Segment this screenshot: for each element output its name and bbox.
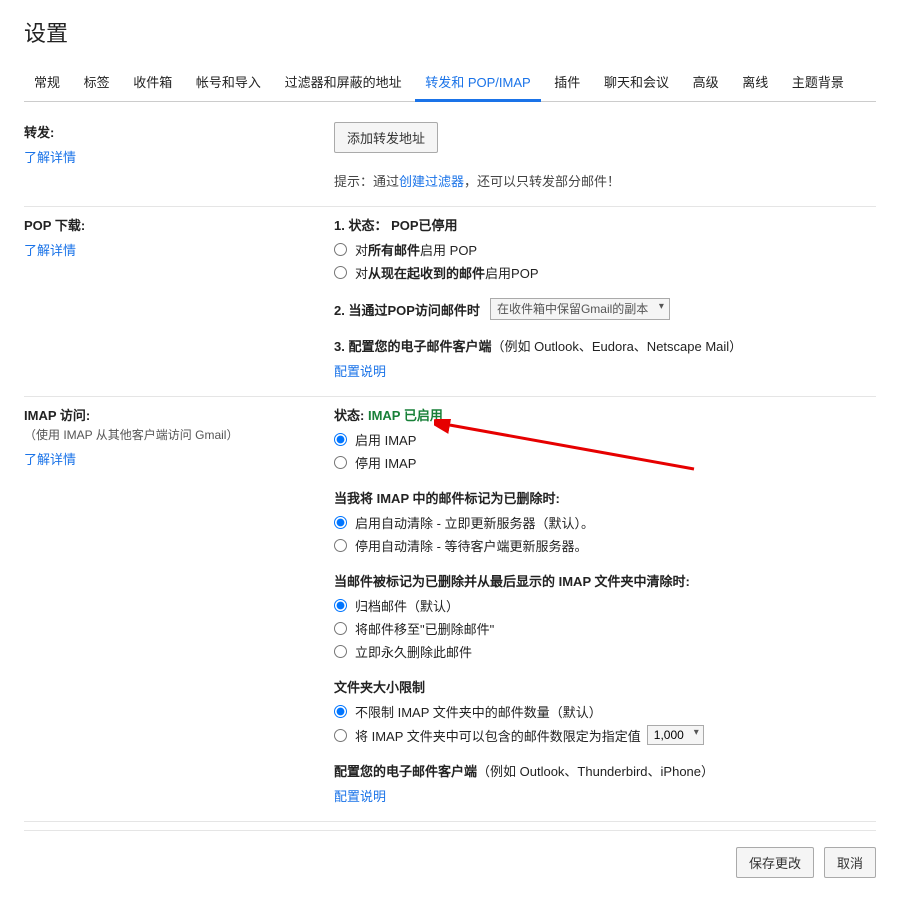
imap-configure-title: 配置您的电子邮件客户端 [334, 764, 477, 779]
pop-enable-all-suffix: 启用 POP [420, 243, 477, 258]
imap-delete-forever-label: 立即永久删除此邮件 [355, 642, 472, 661]
imap-auto-expunge-on-radio[interactable] [334, 516, 347, 529]
pop-enable-now-bold: 从现在起收到的邮件 [368, 266, 485, 281]
imap-last-folder-title: 当邮件被标记为已删除并从最后显示的 IMAP 文件夹中清除时: [334, 571, 876, 590]
imap-auto-expunge-off-radio[interactable] [334, 539, 347, 552]
pop-learn-more-link[interactable]: 了解详情 [24, 240, 76, 259]
save-button[interactable]: 保存更改 [736, 847, 814, 878]
pop-access-row: 2. 当通过POP访问邮件时 [334, 300, 480, 319]
imap-enable-radio[interactable] [334, 433, 347, 446]
tab-themes[interactable]: 主题背景 [782, 64, 854, 101]
forward-create-filter-link[interactable]: 创建过滤器 [399, 171, 464, 190]
pop-title: POP 下载: [24, 215, 318, 234]
imap-archive-label: 归档邮件（默认） [355, 596, 459, 615]
tab-filters[interactable]: 过滤器和屏蔽的地址 [275, 64, 412, 101]
tab-accounts[interactable]: 帐号和导入 [186, 64, 271, 101]
imap-no-limit-radio[interactable] [334, 705, 347, 718]
tab-chat[interactable]: 聊天和会议 [594, 64, 679, 101]
forward-hint-prefix: 提示：通过 [334, 174, 399, 189]
section-imap: IMAP 访问: （使用 IMAP 从其他客户端访问 Gmail） 了解详情 状… [24, 397, 876, 822]
forward-hint: 提示：通过创建过滤器，还可以只转发部分邮件！ [334, 171, 876, 190]
add-forward-address-button[interactable]: 添加转发地址 [334, 122, 438, 153]
pop-configure-row: 3. 配置您的电子邮件客户端（例如 Outlook、Eudora、Netscap… [334, 336, 876, 355]
pop-configure-examples: （例如 Outlook、Eudora、Netscape Mail） [491, 339, 742, 354]
imap-move-trash-label: 将邮件移至"已删除邮件" [355, 619, 494, 638]
imap-enable-label: 启用 IMAP [355, 430, 416, 449]
tab-inbox[interactable]: 收件箱 [123, 64, 182, 101]
section-forwarding: 转发: 了解详情 添加转发地址 提示：通过创建过滤器，还可以只转发部分邮件！ [24, 114, 876, 207]
imap-delete-forever-radio[interactable] [334, 645, 347, 658]
tab-addons[interactable]: 插件 [544, 64, 590, 101]
pop-access-title: 当通过POP访问邮件时 [348, 303, 479, 318]
cancel-button[interactable]: 取消 [824, 847, 876, 878]
pop-status-label: 1. 状态： [334, 218, 387, 233]
footer-buttons: 保存更改 取消 [24, 830, 876, 884]
pop-configure-link[interactable]: 配置说明 [334, 361, 386, 380]
page-title: 设置 [24, 16, 876, 48]
imap-title: IMAP 访问: [24, 405, 318, 424]
imap-disable-radio[interactable] [334, 456, 347, 469]
imap-limit-radio[interactable] [334, 729, 347, 742]
pop-enable-all-label: 对所有邮件启用 POP [355, 240, 477, 259]
pop-enable-all-radio[interactable] [334, 243, 347, 256]
section-pop: POP 下载: 了解详情 1. 状态： POP已停用 对所有邮件启用 POP 对… [24, 207, 876, 397]
pop-enable-now-suffix: 启用POP [485, 266, 538, 281]
pop-configure-title: 3. 配置您的电子邮件客户端 [334, 339, 491, 354]
imap-subtitle: （使用 IMAP 从其他客户端访问 Gmail） [24, 426, 318, 443]
tab-offline[interactable]: 离线 [732, 64, 778, 101]
pop-access-select[interactable]: 在收件箱中保留Gmail的副本 [490, 298, 670, 320]
imap-disable-label: 停用 IMAP [355, 453, 416, 472]
pop-enable-all-prefix: 对 [355, 243, 368, 258]
tab-general[interactable]: 常规 [24, 64, 70, 101]
imap-status-value: IMAP 已启用 [368, 408, 443, 423]
imap-delete-mark-title: 当我将 IMAP 中的邮件标记为已删除时: [334, 488, 876, 507]
pop-enable-now-prefix: 对 [355, 266, 368, 281]
imap-status-label: 状态: [334, 408, 364, 423]
imap-status-row: 状态: IMAP 已启用 [334, 405, 876, 424]
imap-limit-label: 将 IMAP 文件夹中可以包含的邮件数限定为指定值 [355, 726, 641, 745]
imap-auto-expunge-off-label: 停用自动清除 - 等待客户端更新服务器。 [355, 536, 588, 555]
settings-tabs: 常规 标签 收件箱 帐号和导入 过滤器和屏蔽的地址 转发和 POP/IMAP 插… [24, 64, 876, 102]
imap-configure-examples: （例如 Outlook、Thunderbird、iPhone） [477, 764, 714, 779]
pop-enable-now-radio[interactable] [334, 266, 347, 279]
pop-enable-all-bold: 所有邮件 [368, 243, 420, 258]
forward-title: 转发: [24, 122, 318, 141]
imap-no-limit-label: 不限制 IMAP 文件夹中的邮件数量（默认） [355, 702, 602, 721]
imap-auto-expunge-on-label: 启用自动清除 - 立即更新服务器（默认）。 [355, 513, 594, 532]
imap-configure-link[interactable]: 配置说明 [334, 786, 386, 805]
imap-configure-row: 配置您的电子邮件客户端（例如 Outlook、Thunderbird、iPhon… [334, 761, 876, 780]
imap-folder-limit-title: 文件夹大小限制 [334, 677, 876, 696]
imap-learn-more-link[interactable]: 了解详情 [24, 449, 76, 468]
tab-forwarding-pop-imap[interactable]: 转发和 POP/IMAP [415, 64, 540, 101]
tab-labels[interactable]: 标签 [74, 64, 120, 101]
forward-learn-more-link[interactable]: 了解详情 [24, 147, 76, 166]
pop-access-prefix: 2. [334, 303, 348, 318]
pop-enable-now-label: 对从现在起收到的邮件启用POP [355, 263, 539, 282]
imap-limit-value-select[interactable]: 1,000 [647, 725, 704, 745]
forward-hint-suffix: ，还可以只转发部分邮件！ [464, 174, 620, 189]
tab-advanced[interactable]: 高级 [683, 64, 729, 101]
pop-status-value: POP已停用 [391, 218, 457, 233]
imap-move-trash-radio[interactable] [334, 622, 347, 635]
pop-status-row: 1. 状态： POP已停用 [334, 215, 876, 234]
imap-archive-radio[interactable] [334, 599, 347, 612]
